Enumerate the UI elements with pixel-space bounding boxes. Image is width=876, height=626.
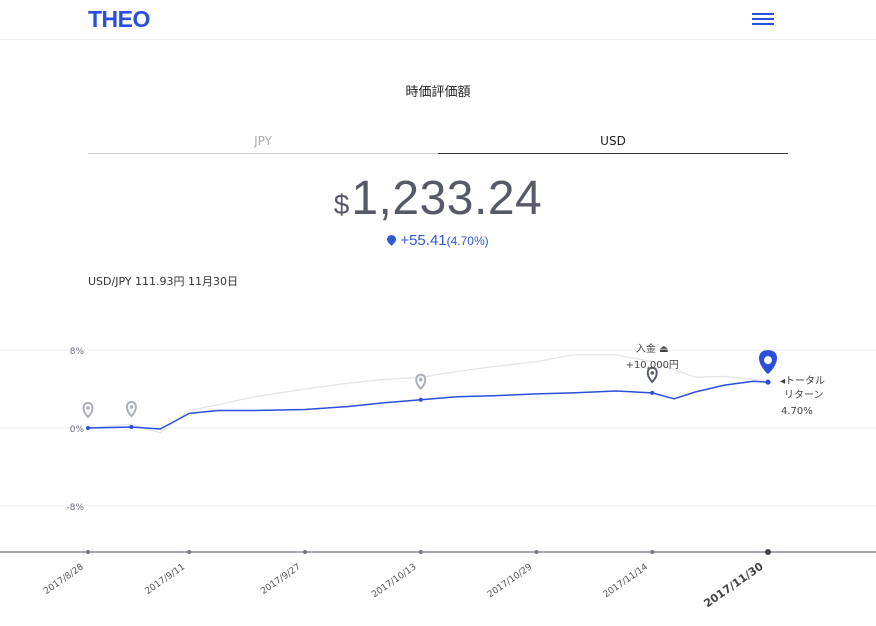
return-chart: 8% 0% -8% 2017/8/28 2017/9/11 2017/9/27 2017/1… [0, 330, 876, 622]
tab-jpy[interactable]: JPY [88, 133, 438, 154]
event-data-point [129, 425, 134, 430]
event-data-point [650, 390, 655, 395]
market-value: $1,233.24 [0, 171, 876, 226]
x-tick-label: 2017/9/27 [259, 562, 303, 597]
x-tick-label: 2017/8/28 [42, 562, 86, 597]
market-value-amount: 1,233.24 [351, 172, 543, 225]
portfolio-return-line [87, 380, 769, 430]
event-data-point [418, 397, 423, 402]
fx-rate-note: USD/JPY 111.93円 11月30日 [88, 275, 239, 288]
event-marker-pin-dot [650, 371, 655, 375]
x-tick-dot [765, 549, 771, 555]
event-marker-pin-dot [86, 406, 90, 410]
event-marker-pin-dot [418, 377, 423, 382]
x-tick-dot [534, 550, 539, 554]
theo-logo[interactable]: THEO [88, 6, 150, 33]
section-title: 時価評価額 [405, 85, 471, 100]
x-tick-label: 2017/9/11 [143, 562, 187, 597]
x-tick-dot [303, 550, 308, 554]
y-tick-label: -8% [66, 503, 84, 513]
event-marker-pin-icon [125, 401, 137, 418]
x-tick-label: 2017/11/14 [602, 562, 650, 600]
x-tick-dot [86, 550, 90, 554]
x-tick-dot [650, 550, 655, 554]
x-tick-dot [418, 550, 423, 554]
x-tick-label: 2017/10/29 [486, 562, 534, 600]
y-tick-label: 8% [70, 347, 85, 357]
current-data-point [765, 379, 771, 385]
tab-usd[interactable]: USD [438, 133, 788, 154]
total-return-label: リターン [784, 389, 824, 401]
deposit-amount: +10,000円 [626, 360, 679, 371]
x-tick-label: 2017/11/30 [702, 560, 766, 611]
value-change: +55.41(4.70%) [0, 232, 876, 250]
app-header: THEO [0, 0, 876, 40]
total-return-value: 4.70% [781, 406, 813, 417]
return-chart-svg: 8% 0% -8% 2017/8/28 2017/9/11 2017/9/27 2017/1… [0, 342, 876, 611]
deposit-label: 入金 ⏏ [636, 342, 669, 355]
change-amount: +55.41 [400, 232, 447, 249]
current-position-pin-hole [764, 356, 772, 365]
x-tick-label: 2017/10/13 [370, 562, 418, 600]
event-marker-pin-dot [129, 405, 134, 409]
currency-symbol: $ [333, 189, 350, 220]
event-marker-pin-icon [82, 401, 94, 419]
pin-icon [385, 233, 399, 246]
event-data-point [86, 426, 90, 430]
total-return-label: ◂トータル [780, 375, 825, 387]
change-percent: (4.70%) [446, 234, 489, 248]
x-tick-dot [187, 550, 192, 554]
currency-tabs: JPY USD [88, 133, 788, 154]
hamburger-menu-icon[interactable] [752, 13, 774, 27]
y-tick-label: 0% [70, 425, 85, 435]
